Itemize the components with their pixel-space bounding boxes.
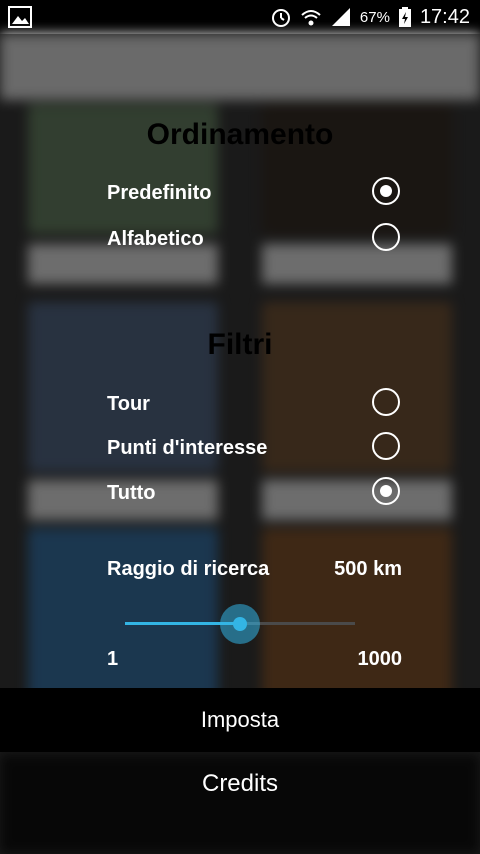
radio-button[interactable] [372, 388, 400, 416]
status-bar: 67% 17:42 [0, 0, 480, 34]
slider-thumb[interactable] [233, 617, 247, 631]
radio-dot [380, 485, 392, 497]
search-radius-row: Raggio di ricerca 500 km [107, 558, 402, 588]
radio-button[interactable] [372, 223, 400, 251]
filter-option-label: Tour [107, 393, 150, 415]
search-radius-value: 500 km [334, 558, 402, 580]
sort-option-label: Predefinito [107, 182, 212, 204]
battery-charging-icon [398, 7, 411, 27]
wifi-icon [301, 10, 321, 26]
image-icon [8, 6, 32, 28]
radio-button-selected[interactable] [372, 477, 400, 505]
radio-dot [380, 185, 392, 197]
filter-option-tour[interactable]: Tour [107, 385, 402, 425]
filter-option-points-of-interest[interactable]: Punti d'interesse [107, 429, 402, 469]
alarm-icon [271, 9, 290, 27]
clock: 17:42 [419, 5, 470, 28]
credits-button[interactable]: Credits [0, 752, 480, 816]
battery-percent: 67% [359, 8, 390, 26]
filter-option-label: Punti d'interesse [107, 437, 268, 459]
search-radius-label: Raggio di ricerca [107, 558, 270, 580]
filter-option-label: Tutto [107, 482, 156, 504]
filter-sort-panel: Ordinamento Predefinito Alfabetico Filtr… [0, 34, 480, 854]
apply-button[interactable]: Imposta [0, 688, 480, 752]
slider-max-label: 1000 [357, 648, 403, 670]
filter-option-all[interactable]: Tutto [107, 474, 402, 514]
sort-option-label: Alfabetico [107, 228, 204, 250]
filters-title: Filtri [207, 328, 273, 361]
radio-button-selected[interactable] [372, 177, 400, 205]
slider-range-labels: 1 1000 [107, 648, 402, 674]
sort-option-alphabetical[interactable]: Alfabetico [107, 220, 402, 260]
sort-title: Ordinamento [146, 118, 334, 151]
search-radius-slider[interactable] [125, 604, 355, 644]
signal-icon [331, 8, 350, 26]
radio-button[interactable] [372, 432, 400, 460]
slider-min-label: 1 [107, 648, 119, 670]
sort-option-default[interactable]: Predefinito [107, 174, 402, 214]
